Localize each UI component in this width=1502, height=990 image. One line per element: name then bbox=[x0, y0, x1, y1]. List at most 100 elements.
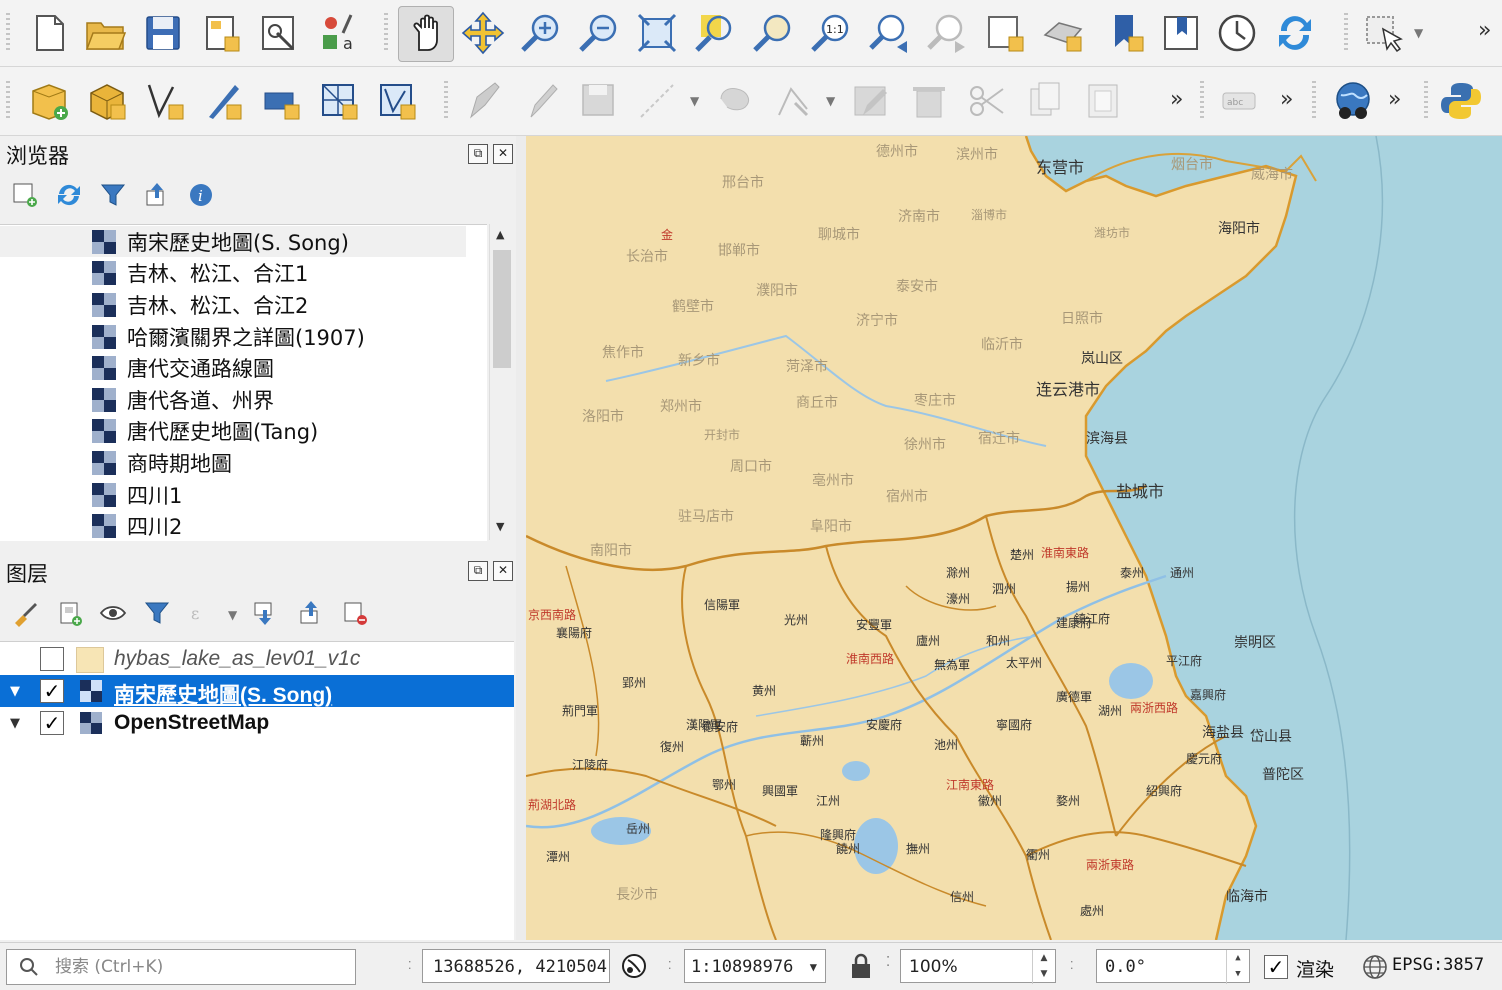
save-project-icon[interactable] bbox=[138, 8, 188, 58]
new-temporary-layer-icon[interactable] bbox=[198, 76, 248, 126]
collapse-all-layers-icon[interactable] bbox=[294, 596, 328, 630]
toolbar-grip[interactable] bbox=[384, 13, 388, 53]
properties-info-icon[interactable]: i bbox=[184, 178, 218, 212]
scroll-down-icon[interactable]: ▼ bbox=[496, 520, 504, 533]
collapse-arrow-icon[interactable]: ▼ bbox=[10, 716, 20, 731]
zoom-to-layer-icon[interactable] bbox=[748, 8, 798, 58]
layer-visibility-checkbox[interactable]: ✓ bbox=[40, 711, 64, 735]
browser-item[interactable]: 唐代交通路線圖 bbox=[0, 352, 487, 383]
crs-button[interactable]: EPSG:3857 bbox=[1392, 955, 1484, 975]
refresh-icon[interactable] bbox=[1270, 8, 1320, 58]
show-bookmarks-icon[interactable] bbox=[1156, 8, 1206, 58]
browser-item[interactable]: 四川2 bbox=[0, 510, 487, 541]
toolbar-grip[interactable] bbox=[6, 13, 10, 53]
browser-item[interactable]: 唐代歷史地圖(Tang) bbox=[0, 415, 487, 446]
browser-item[interactable]: 哈爾濱關界之詳圖(1907) bbox=[0, 321, 487, 352]
lock-scale-icon[interactable] bbox=[848, 952, 874, 980]
new-3d-map-view-icon[interactable] bbox=[1038, 8, 1088, 58]
spin-buttons[interactable]: ▲ ▼ bbox=[1032, 950, 1055, 984]
new-shapefile-layer-icon[interactable] bbox=[140, 76, 190, 126]
layer-row[interactable]: ▼ ✓ 南宋歷史地圖(S. Song) bbox=[0, 675, 514, 707]
digitize-line-icon[interactable] bbox=[632, 76, 682, 126]
toolbar-grip[interactable] bbox=[1424, 81, 1428, 121]
search-input[interactable]: 搜索 (Ctrl+K) bbox=[55, 950, 163, 984]
filter-by-expression-icon[interactable]: ε bbox=[184, 596, 218, 630]
browser-scrollbar[interactable]: ▲ ▼ bbox=[489, 224, 515, 540]
label-toolbar-icon[interactable]: abc bbox=[1214, 76, 1264, 126]
layer-row[interactable]: ▼ ✓ OpenStreetMap bbox=[0, 707, 514, 739]
delete-selected-icon[interactable] bbox=[904, 76, 954, 126]
filter-browser-icon[interactable] bbox=[96, 178, 130, 212]
zoom-in-icon[interactable] bbox=[516, 8, 566, 58]
new-project-icon[interactable] bbox=[24, 8, 74, 58]
add-group-icon[interactable] bbox=[52, 596, 86, 630]
panel-splitter[interactable] bbox=[516, 136, 526, 940]
zoom-native-resolution-icon[interactable]: 1:1 bbox=[806, 8, 856, 58]
toggle-extents-icon[interactable] bbox=[620, 952, 648, 980]
temporal-controller-icon[interactable] bbox=[1212, 8, 1262, 58]
toolbar-overflow-button[interactable]: » bbox=[1388, 87, 1401, 112]
modify-attributes-icon[interactable] bbox=[846, 76, 896, 126]
python-console-icon[interactable] bbox=[1436, 76, 1486, 126]
manage-map-themes-icon[interactable] bbox=[96, 596, 130, 630]
spin-buttons[interactable]: ▲ ▼ bbox=[1226, 950, 1249, 984]
rotation-spinbox[interactable]: 0.0° ▲ ▼ bbox=[1096, 949, 1250, 984]
select-features-icon[interactable] bbox=[1358, 8, 1408, 58]
zoom-full-icon[interactable] bbox=[632, 8, 682, 58]
vertex-tool-icon[interactable] bbox=[768, 76, 818, 126]
new-mesh-layer-icon[interactable] bbox=[314, 76, 364, 126]
cut-features-icon[interactable] bbox=[962, 76, 1012, 126]
locator-search[interactable]: 搜索 (Ctrl+K) bbox=[6, 949, 356, 985]
zoom-out-icon[interactable] bbox=[574, 8, 624, 58]
collapse-arrow-icon[interactable]: ▼ bbox=[10, 684, 20, 699]
browser-item[interactable]: 四川1 bbox=[0, 479, 487, 510]
toggle-editing-icon[interactable] bbox=[516, 76, 566, 126]
toolbar-grip[interactable] bbox=[1200, 81, 1204, 121]
float-panel-button[interactable]: ⧉ bbox=[468, 144, 488, 164]
refresh-browser-icon[interactable] bbox=[52, 178, 86, 212]
paste-features-icon[interactable] bbox=[1078, 76, 1128, 126]
coordinate-field[interactable]: 13688526, 4210504 bbox=[422, 949, 610, 983]
filter-legend-icon[interactable] bbox=[140, 596, 174, 630]
current-edits-icon[interactable] bbox=[458, 76, 508, 126]
render-checkbox[interactable]: ✓ bbox=[1264, 955, 1288, 979]
toolbar-overflow-button[interactable]: » bbox=[1478, 18, 1491, 43]
chevron-down-icon[interactable]: ▼ bbox=[690, 94, 699, 108]
toolbar-overflow-button[interactable]: » bbox=[1170, 87, 1183, 112]
collapse-all-icon[interactable] bbox=[140, 178, 174, 212]
style-manager-icon[interactable]: a bbox=[312, 8, 362, 58]
toolbar-grip[interactable] bbox=[1344, 13, 1348, 53]
close-panel-button[interactable]: ✕ bbox=[493, 144, 513, 164]
new-map-view-icon[interactable] bbox=[980, 8, 1030, 58]
scrollbar-thumb[interactable] bbox=[493, 250, 511, 368]
new-print-layout-icon[interactable] bbox=[196, 8, 246, 58]
toolbar-grip[interactable] bbox=[6, 81, 10, 121]
open-project-icon[interactable] bbox=[80, 8, 130, 58]
browser-item[interactable]: 唐代各道、州界 bbox=[0, 384, 487, 415]
layer-row[interactable]: hybas_lake_as_lev01_v1c bbox=[0, 643, 514, 675]
browser-item[interactable]: 南宋歷史地圖(S. Song) bbox=[0, 226, 466, 257]
toolbar-grip[interactable] bbox=[1312, 81, 1316, 121]
add-selected-layers-icon[interactable] bbox=[8, 178, 42, 212]
quickmapservices-icon[interactable] bbox=[1328, 76, 1378, 126]
scroll-up-icon[interactable]: ▲ bbox=[496, 228, 504, 241]
open-layer-styling-icon[interactable] bbox=[8, 596, 42, 630]
map-canvas[interactable]: 东营市 滨州市 德州市 烟台市 威海市 聊城市 济南市 淄博市 潍坊市 海阳市 … bbox=[526, 136, 1502, 940]
new-geopackage-layer-icon[interactable] bbox=[82, 76, 132, 126]
layer-visibility-checkbox[interactable] bbox=[40, 647, 64, 671]
close-panel-button[interactable]: ✕ bbox=[493, 561, 513, 581]
toolbar-grip[interactable] bbox=[444, 81, 448, 121]
layout-manager-icon[interactable] bbox=[254, 8, 304, 58]
new-virtual-vector-layer-icon[interactable] bbox=[372, 76, 422, 126]
add-polygon-feature-icon[interactable] bbox=[710, 76, 760, 126]
zoom-next-icon[interactable] bbox=[922, 8, 972, 58]
browser-item[interactable]: 吉林、松江、合江2 bbox=[0, 289, 487, 320]
save-layer-edits-icon[interactable] bbox=[574, 76, 624, 126]
layer-visibility-checkbox[interactable]: ✓ bbox=[40, 679, 64, 703]
remove-layer-icon[interactable] bbox=[338, 596, 372, 630]
toolbar-overflow-button[interactable]: » bbox=[1280, 87, 1293, 112]
chevron-down-icon[interactable]: ▼ bbox=[1414, 26, 1423, 40]
magnifier-spinbox[interactable]: 100% ▲ ▼ bbox=[900, 949, 1056, 984]
zoom-to-selection-icon[interactable] bbox=[690, 8, 740, 58]
chevron-down-icon[interactable]: ▼ bbox=[826, 94, 835, 108]
